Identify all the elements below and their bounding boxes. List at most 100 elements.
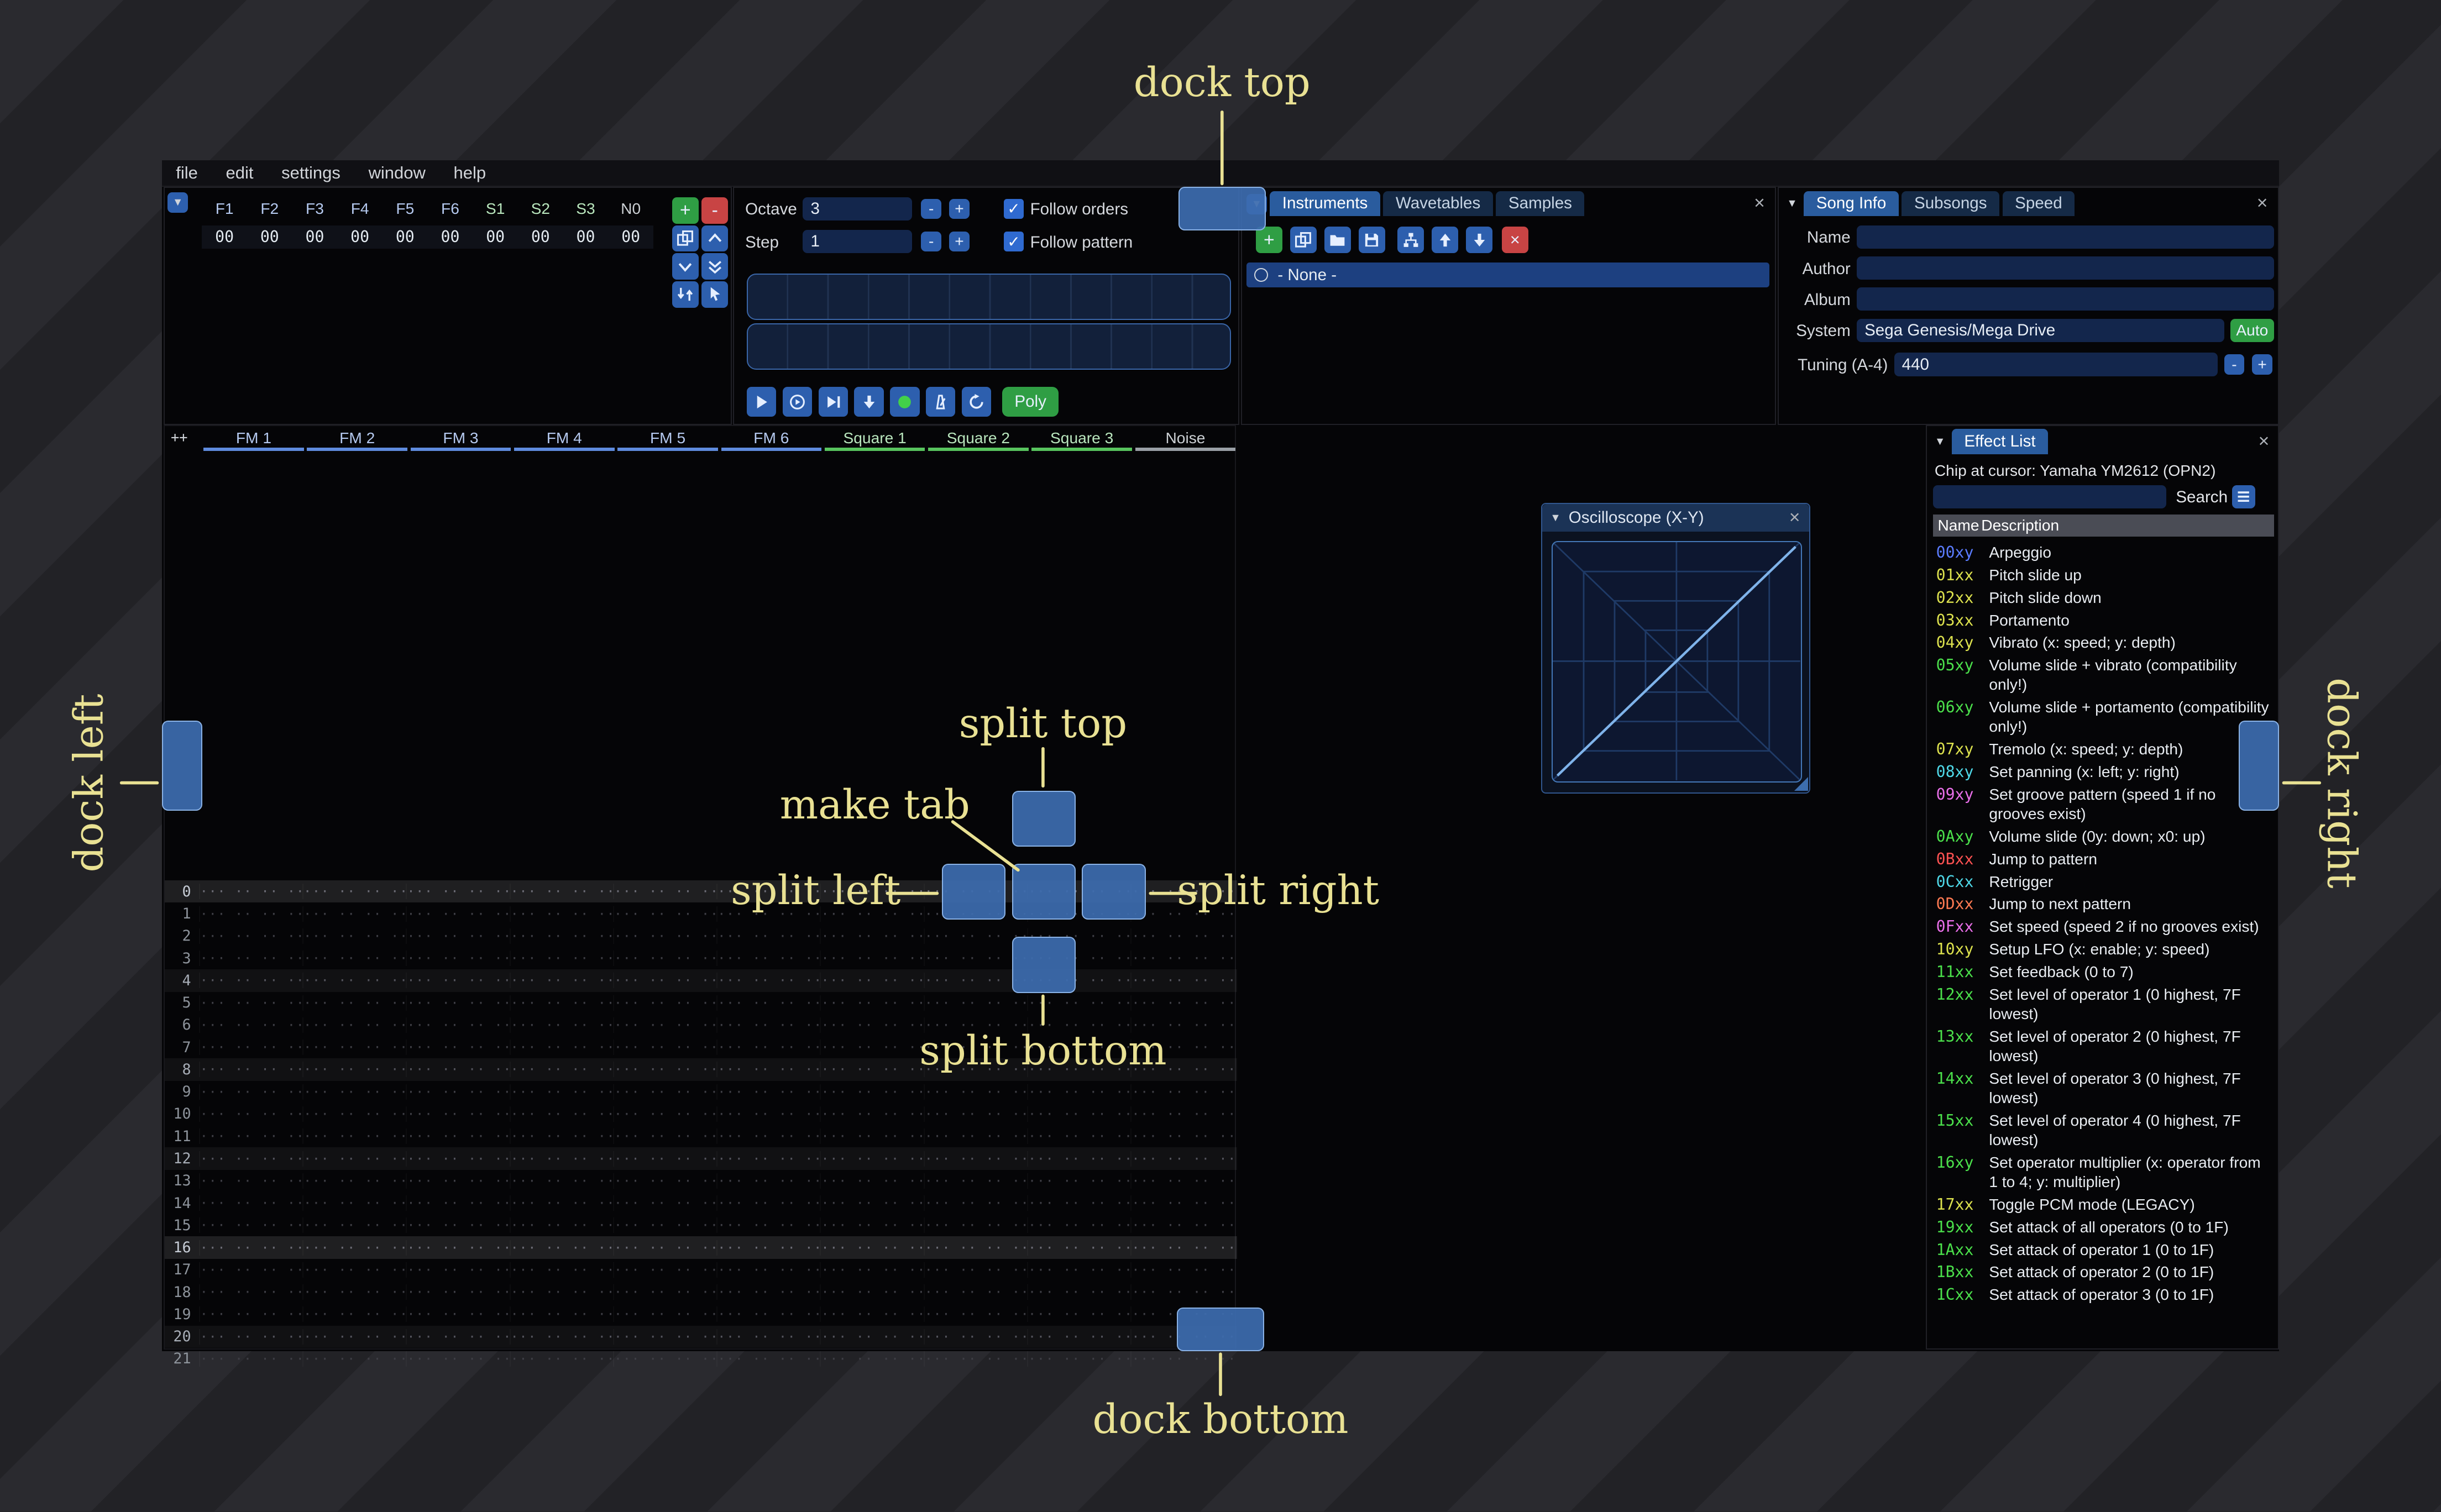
pattern-cell[interactable]: ··· ·· ·· ··· [716, 1084, 820, 1100]
channel-header[interactable]: FM 2 [306, 426, 409, 451]
order-remove-button[interactable]: - [701, 197, 729, 224]
pattern-cell[interactable]: ··· ·· ·· ··· [924, 1106, 1027, 1122]
effect-row[interactable]: 10xy Setup LFO (x: enable; y: speed) [1933, 938, 2276, 960]
pattern-cell[interactable]: ··· ·· ·· ··· [1130, 973, 1234, 988]
effect-row[interactable]: 15xx Set level of operator 4 (0 highest, … [1933, 1109, 2276, 1151]
pattern-cell[interactable]: ··· ·· ·· ··· [1130, 1262, 1234, 1278]
pattern-cell[interactable]: ··· ·· ·· ··· [716, 1017, 820, 1033]
pattern-cell[interactable]: ··· ·· ·· ··· [199, 1240, 302, 1256]
effect-row[interactable]: 0Bxx Jump to pattern [1933, 848, 2276, 870]
pattern-cell[interactable]: ··· ·· ·· ··· [613, 1240, 716, 1256]
pattern-cell[interactable]: ··· ·· ·· ··· [716, 1351, 820, 1367]
pattern-cell[interactable]: ··· ·· ·· ··· [613, 1195, 716, 1211]
pattern-cell[interactable]: ··· ·· ·· ··· [406, 1173, 509, 1189]
system-input[interactable] [1857, 318, 2224, 342]
pattern-cell[interactable]: ··· ·· ·· ··· [613, 1329, 716, 1345]
pattern-cell[interactable]: ··· ·· ·· ··· [302, 1106, 406, 1122]
pattern-cell[interactable]: ··· ·· ·· ··· [1027, 1329, 1130, 1345]
pattern-cell[interactable]: ··· ·· ·· ··· [302, 1151, 406, 1167]
pattern-cell[interactable]: ··· ·· ·· ··· [716, 1151, 820, 1167]
pattern-cell[interactable]: ··· ·· ·· ··· [199, 1151, 302, 1167]
pattern-cell[interactable]: ··· ·· ·· ··· [302, 906, 406, 922]
pattern-cell[interactable]: ··· ·· ·· ··· [924, 928, 1027, 944]
pattern-cell[interactable]: ··· ·· ·· ··· [302, 884, 406, 899]
orders-cell[interactable]: 00 [518, 228, 563, 246]
pattern-cell[interactable]: ··· ·· ·· ··· [820, 1195, 923, 1211]
dock-target-right[interactable] [2238, 720, 2280, 811]
pattern-cell[interactable]: ··· ·· ·· ··· [406, 884, 509, 899]
pattern-cell[interactable]: ··· ·· ·· ··· [613, 973, 716, 988]
pattern-cell[interactable]: ··· ·· ·· ··· [820, 995, 923, 1011]
pattern-cell[interactable]: ··· ·· ·· ··· [1027, 1195, 1130, 1211]
order-move-up-button[interactable] [701, 225, 729, 252]
effect-list-close-button[interactable]: × [2259, 432, 2270, 451]
pattern-cell[interactable]: ··· ·· ·· ··· [1130, 1284, 1234, 1300]
orders-cell[interactable]: 00 [608, 228, 653, 246]
effect-search-input[interactable] [1933, 485, 2167, 509]
pattern-cell[interactable]: ··· ·· ·· ··· [613, 1173, 716, 1189]
poly-mono-toggle-button[interactable]: Poly [1002, 387, 1059, 417]
pattern-cell[interactable]: ··· ·· ·· ··· [199, 1173, 302, 1189]
pattern-cell[interactable]: ··· ·· ·· ··· [302, 1195, 406, 1211]
pattern-cell[interactable]: ··· ·· ·· ··· [510, 1306, 613, 1322]
channel-header[interactable]: FM 4 [512, 426, 616, 451]
pattern-cell[interactable]: ··· ·· ·· ··· [510, 1040, 613, 1055]
pattern-cell[interactable]: ··· ·· ·· ··· [199, 1217, 302, 1233]
pattern-cell[interactable]: ··· ·· ·· ··· [1027, 995, 1130, 1011]
pattern-cell[interactable]: ··· ·· ·· ··· [716, 1128, 820, 1144]
effect-row[interactable]: 13xx Set level of operator 2 (0 highest, … [1933, 1025, 2276, 1067]
pattern-cell[interactable]: ··· ·· ·· ··· [924, 1151, 1027, 1167]
channel-header[interactable]: Square 3 [1030, 426, 1134, 451]
record-button[interactable] [890, 387, 920, 417]
octave-input[interactable] [803, 197, 912, 221]
piano-keyboard-upper[interactable] [746, 273, 1231, 321]
pattern-cell[interactable]: ··· ·· ·· ··· [199, 1329, 302, 1345]
octave-decrease-button[interactable]: - [921, 198, 942, 219]
pattern-cell[interactable]: ··· ·· ·· ··· [1130, 1351, 1234, 1367]
pattern-cell[interactable]: ··· ·· ·· ··· [924, 1128, 1027, 1144]
pattern-cell[interactable]: ··· ·· ·· ··· [820, 1040, 923, 1055]
pattern-cell[interactable]: ··· ·· ·· ··· [406, 1262, 509, 1278]
effect-row[interactable]: 09xy Set groove pattern (speed 1 if no gr… [1933, 783, 2276, 825]
pattern-cell[interactable]: ··· ·· ·· ··· [820, 951, 923, 966]
resize-grip[interactable] [1794, 777, 1808, 791]
pattern-cell[interactable]: ··· ·· ·· ··· [613, 1062, 716, 1077]
pattern-cell[interactable]: ··· ·· ·· ··· [613, 1284, 716, 1300]
pattern-cell[interactable]: ··· ·· ·· ··· [613, 1306, 716, 1322]
instrument-duplicate-button[interactable] [1290, 227, 1317, 254]
step-input[interactable] [803, 229, 912, 254]
pattern-cell[interactable]: ··· ·· ·· ··· [302, 1084, 406, 1100]
pattern-cell[interactable]: ··· ·· ·· ··· [820, 928, 923, 944]
step-decrease-button[interactable]: - [921, 231, 942, 252]
pattern-cell[interactable]: ··· ·· ·· ··· [1130, 928, 1234, 944]
pattern-cell[interactable]: ··· ·· ·· ··· [924, 1329, 1027, 1345]
pattern-cell[interactable]: ··· ·· ·· ··· [820, 1217, 923, 1233]
pattern-cell[interactable]: ··· ·· ·· ··· [302, 1040, 406, 1055]
pattern-cell[interactable]: ··· ·· ·· ··· [510, 1173, 613, 1189]
order-edit-mode-button[interactable] [701, 281, 729, 308]
tab-song-2[interactable]: Speed [2002, 191, 2075, 216]
dock-target-left[interactable] [161, 720, 203, 811]
effect-row[interactable]: 11xx Set feedback (0 to 7) [1933, 960, 2276, 983]
instrument-delete-button[interactable]: × [1501, 227, 1528, 254]
pattern-cell[interactable]: ··· ·· ·· ··· [510, 951, 613, 966]
pattern-cell[interactable]: ··· ·· ·· ··· [924, 1351, 1027, 1367]
orders-collapse-button[interactable]: ▼ [167, 192, 188, 213]
pattern-cell[interactable]: ··· ·· ·· ··· [1130, 951, 1234, 966]
pattern-cell[interactable]: ··· ·· ·· ··· [510, 1151, 613, 1167]
pattern-cell[interactable]: ··· ·· ·· ··· [199, 995, 302, 1011]
pattern-cell[interactable]: ··· ·· ·· ··· [406, 906, 509, 922]
pattern-cell[interactable]: ··· ·· ·· ··· [613, 1106, 716, 1122]
pattern-cell[interactable]: ··· ·· ·· ··· [406, 1062, 509, 1077]
pattern-cell[interactable]: ··· ·· ·· ··· [302, 1284, 406, 1300]
pattern-cell[interactable]: ··· ·· ·· ··· [924, 1195, 1027, 1211]
pattern-cell[interactable]: ··· ·· ·· ··· [1027, 1351, 1130, 1367]
assets-close-button[interactable]: × [1754, 193, 1765, 213]
pattern-cell[interactable]: ··· ·· ·· ··· [302, 1329, 406, 1345]
pattern-cell[interactable]: ··· ·· ·· ··· [1130, 1084, 1234, 1100]
pattern-cell[interactable]: ··· ·· ·· ··· [1130, 995, 1234, 1011]
pattern-cell[interactable]: ··· ·· ·· ··· [613, 1040, 716, 1055]
pattern-cell[interactable]: ··· ·· ·· ··· [199, 1106, 302, 1122]
pattern-cell[interactable]: ··· ·· ·· ··· [199, 1040, 302, 1055]
pattern-cell[interactable]: ··· ·· ·· ··· [1027, 1306, 1130, 1322]
